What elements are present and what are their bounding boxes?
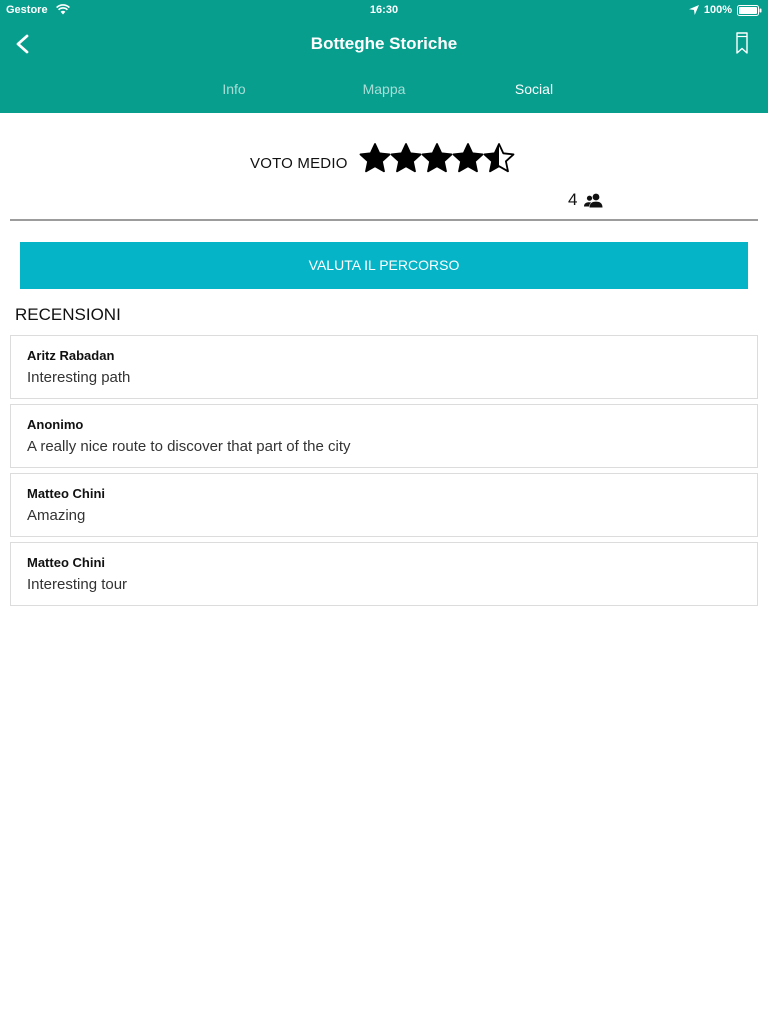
reviews-title: RECENSIONI	[15, 305, 121, 324]
tab-info[interactable]: Info	[184, 81, 284, 97]
review-card: Matteo Chini Interesting tour	[10, 542, 758, 606]
average-rating: VOTO MEDIO	[0, 140, 768, 180]
review-author: Anonimo	[27, 417, 84, 432]
status-bar: Gestore 16:30 100%	[0, 0, 768, 22]
rating-stars	[359, 142, 515, 174]
review-text: Interesting tour	[27, 576, 128, 593]
page-title: Botteghe Storiche	[310, 34, 458, 53]
review-card: Aritz Rabadan Interesting path	[10, 335, 758, 399]
bookmark-button[interactable]	[730, 28, 754, 58]
app-header: Gestore 16:30 100% Botteghe Storiche Inf…	[0, 0, 768, 113]
rate-route-button[interactable]: VALUTA IL PERCORSO	[20, 242, 748, 289]
tab-mappa[interactable]: Mappa	[334, 81, 434, 97]
battery-percent: 100%	[703, 4, 732, 16]
votes-number: 4	[568, 190, 578, 209]
status-time: 16:30	[369, 4, 399, 16]
review-author: Matteo Chini	[27, 486, 105, 501]
status-right: 100%	[688, 4, 762, 16]
rating-label: VOTO MEDIO	[250, 155, 348, 172]
votes-count: 4	[568, 190, 605, 210]
star-full-icon	[452, 143, 484, 173]
people-icon	[584, 193, 603, 208]
star-full-icon	[359, 143, 391, 173]
tab-social[interactable]: Social	[484, 81, 584, 97]
star-half-icon	[483, 143, 515, 173]
divider	[10, 219, 758, 221]
star-full-icon	[421, 143, 453, 173]
review-card: Anonimo A really nice route to discover …	[10, 404, 758, 468]
review-card: Matteo Chini Amazing	[10, 473, 758, 537]
bookmark-icon	[736, 32, 748, 54]
location-arrow-icon	[688, 5, 699, 15]
tab-bar: Info Mappa Social	[0, 66, 768, 113]
review-text: A really nice route to discover that par…	[27, 438, 351, 455]
review-author: Aritz Rabadan	[27, 348, 115, 363]
reviews-list: Aritz Rabadan Interesting path Anonimo A…	[10, 335, 758, 611]
review-text: Amazing	[27, 507, 86, 524]
review-author: Matteo Chini	[27, 555, 105, 570]
star-full-icon	[390, 143, 422, 173]
nav-bar: Botteghe Storiche	[0, 22, 768, 66]
review-text: Interesting path	[27, 369, 131, 386]
battery-icon	[737, 4, 762, 16]
